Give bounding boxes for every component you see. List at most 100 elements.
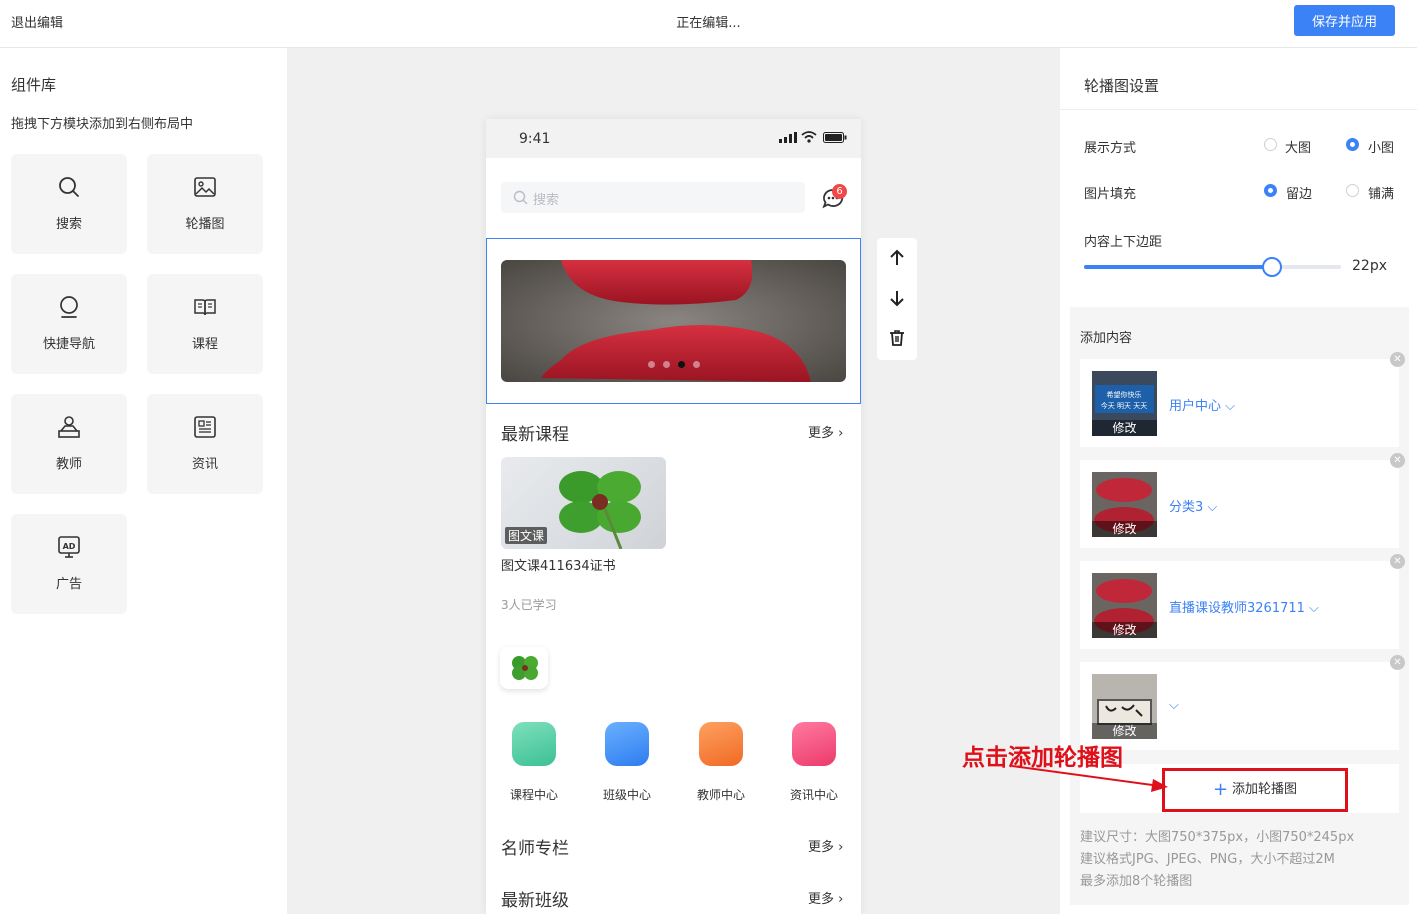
move-down-icon[interactable] [887,288,907,308]
teacher-icon [58,416,80,438]
course-name[interactable]: 图文课411634证书 [501,555,616,574]
component-label: 搜索 [55,217,82,232]
search-input[interactable]: 搜索 [501,182,805,213]
course-thumbnail[interactable]: 图文课 [501,457,666,549]
component-label: 快捷导航 [42,337,95,352]
search-placeholder: 搜索 [533,193,560,208]
add-carousel-label: 添加轮播图 [1232,782,1298,797]
settings-title: 轮播图设置 [1084,77,1160,95]
carousel-item: 希望你快乐 今天 明天 天天 修改 用户中心 ⌵ ✕ [1080,352,1405,447]
content-title: 添加内容 [1080,331,1133,346]
padding-value: 22px [1352,258,1387,274]
remove-icon[interactable]: ✕ [1390,554,1405,569]
carousel-dots [501,357,846,372]
slider-handle[interactable] [1262,257,1283,277]
remove-icon[interactable]: ✕ [1390,453,1405,468]
svg-text:AD: AD [63,542,76,551]
option-small[interactable]: 小图 [1368,137,1394,156]
delete-icon[interactable] [887,328,907,348]
wifi-icon [801,131,817,143]
battery-icon [823,132,847,143]
svg-text:希望你快乐: 希望你快乐 [1107,390,1142,399]
radio-large[interactable] [1264,138,1277,151]
carousel-item: 修改 直播课设教师3261711 ⌵ ✕ [1080,554,1405,649]
more-link[interactable]: 更多 › [808,888,843,907]
teacher-avatar[interactable] [500,647,548,689]
exit-edit-link[interactable]: 退出编辑 [11,12,63,31]
editing-status: 正在编辑... [676,16,741,31]
message-badge: 6 [832,184,847,199]
radio-fill[interactable] [1346,184,1359,197]
carousel-banner[interactable] [501,260,846,382]
book-icon [194,299,216,316]
phone-preview: 9:41 搜索 6 最新课程 更多 › 图文课 图文课411634证书 3人已学… [486,119,861,914]
radio-small[interactable] [1346,138,1359,151]
radio-margin[interactable] [1264,184,1277,197]
more-link[interactable]: 更多 › [808,836,843,855]
move-up-icon[interactable] [887,248,907,268]
carousel-item-image[interactable]: 修改 [1092,674,1157,739]
plus-icon: + [1212,779,1229,800]
carousel-item: 修改 ⌵ ✕ [1080,655,1405,750]
carousel-item-image[interactable]: 希望你快乐 今天 明天 天天 修改 [1092,371,1157,436]
carousel-module-selected[interactable] [486,238,861,404]
option-large[interactable]: 大图 [1285,137,1311,156]
add-carousel-button[interactable]: + 添加轮播图 [1162,768,1348,812]
section-title-famous-teachers: 名师专栏 [501,839,569,859]
image-icon [194,177,216,197]
display-mode-label: 展示方式 [1084,141,1137,156]
nav-label: 资讯中心 [789,788,838,802]
component-search[interactable]: 搜索 [11,154,127,254]
edit-label[interactable]: 修改 [1092,420,1157,436]
teacher-center-icon [699,722,743,766]
signal-icon [779,132,797,143]
search-icon [59,177,79,197]
carousel-item-image[interactable]: 修改 [1092,472,1157,537]
news-center-icon [792,722,836,766]
component-quick-nav[interactable]: 快捷导航 [11,274,127,374]
status-bar: 9:41 [486,119,861,158]
component-label: 教师 [55,457,82,472]
component-ad[interactable]: AD 广告 [11,514,127,614]
nav-label: 课程中心 [509,788,558,802]
ad-icon: AD [58,536,80,558]
padding-slider[interactable] [1084,257,1341,277]
save-and-apply-button[interactable]: 保存并应用 [1294,5,1395,36]
component-news[interactable]: 资讯 [147,394,263,494]
news-icon [194,416,216,438]
tip-format: 建议格式JPG、JPEG、PNG，大小不超过2M [1080,852,1335,867]
edit-label[interactable]: 修改 [1092,521,1157,537]
component-label: 广告 [55,577,82,592]
option-margin[interactable]: 留边 [1286,183,1312,202]
carousel-item-link[interactable]: ⌵ [1169,698,1179,713]
image-fill-label: 图片填充 [1084,187,1137,202]
course-tag: 图文课 [505,527,548,544]
component-label: 轮播图 [185,217,225,232]
edit-label[interactable]: 修改 [1092,622,1157,638]
nav-label: 班级中心 [602,788,651,802]
section-title-latest-classes: 最新班级 [501,891,569,911]
divider [1060,109,1417,110]
component-course[interactable]: 课程 [147,274,263,374]
carousel-item: 修改 分类3 ⌵ ✕ [1080,453,1405,548]
carousel-item-link[interactable]: 分类3 ⌵ [1169,496,1217,515]
library-subtitle: 拖拽下方模块添加到右侧布局中 [11,117,194,132]
remove-icon[interactable]: ✕ [1390,352,1405,367]
carousel-item-link[interactable]: 用户中心 ⌵ [1169,395,1235,414]
carousel-item-image[interactable]: 修改 [1092,573,1157,638]
course-learners: 3人已学习 [501,598,557,612]
edit-label[interactable]: 修改 [1092,723,1157,739]
option-fill[interactable]: 铺满 [1368,183,1394,202]
more-link[interactable]: 更多 › [808,422,843,441]
search-icon [513,190,528,205]
component-carousel[interactable]: 轮播图 [147,154,263,254]
clover-image [512,656,538,680]
section-title-latest-courses: 最新课程 [501,425,569,445]
carousel-item-link[interactable]: 直播课设教师3261711 ⌵ [1169,597,1319,616]
component-teacher[interactable]: 教师 [11,394,127,494]
library-title: 组件库 [11,76,57,94]
module-controls [877,238,917,360]
component-library: 组件库 拖拽下方模块添加到右侧布局中 搜索 轮播图 快捷导航 课程 教师 资讯 … [0,48,287,914]
remove-icon[interactable]: ✕ [1390,655,1405,670]
pin-icon [60,296,78,318]
